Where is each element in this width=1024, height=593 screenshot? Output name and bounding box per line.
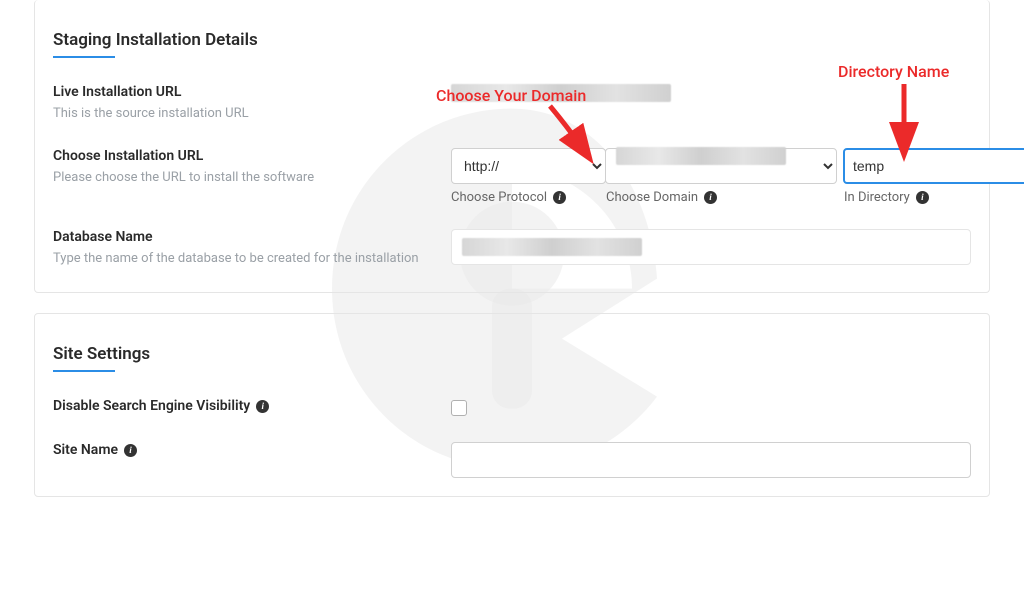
protocol-sublabel: Choose Protocol bbox=[451, 190, 547, 205]
staging-panel: Staging Installation Details Live Instal… bbox=[34, 0, 990, 293]
site-settings-title: Site Settings bbox=[53, 344, 971, 364]
live-url-label: Live Installation URL bbox=[53, 84, 439, 100]
install-url-desc: Please choose the URL to install the sof… bbox=[53, 168, 439, 188]
db-input-wrapper[interactable] bbox=[451, 229, 971, 265]
db-desc: Type the name of the database to be crea… bbox=[53, 249, 439, 269]
site-name-input[interactable] bbox=[451, 442, 971, 478]
info-icon[interactable]: i bbox=[916, 191, 929, 204]
domain-redacted bbox=[616, 147, 786, 165]
title-underline bbox=[53, 56, 115, 58]
live-url-row: Live Installation URL This is the source… bbox=[53, 84, 971, 124]
live-url-redacted bbox=[451, 84, 671, 102]
db-row: Database Name Type the name of the datab… bbox=[53, 229, 971, 269]
site-settings-panel: Site Settings Disable Search Engine Visi… bbox=[34, 313, 990, 497]
site-name-row: Site Name i bbox=[53, 442, 971, 478]
live-url-desc: This is the source installation URL bbox=[53, 104, 439, 124]
disable-sev-checkbox[interactable] bbox=[451, 400, 467, 416]
staging-title: Staging Installation Details bbox=[53, 30, 971, 50]
domain-sublabel: Choose Domain bbox=[606, 190, 698, 205]
db-label: Database Name bbox=[53, 229, 439, 245]
info-icon[interactable]: i bbox=[124, 444, 137, 457]
info-icon[interactable]: i bbox=[704, 191, 717, 204]
info-icon[interactable]: i bbox=[553, 191, 566, 204]
install-url-row: Choose Installation URL Please choose th… bbox=[53, 148, 971, 205]
directory-input[interactable] bbox=[843, 148, 1024, 184]
disable-sev-row: Disable Search Engine Visibility i bbox=[53, 398, 971, 418]
info-icon[interactable]: i bbox=[256, 400, 269, 413]
disable-sev-label: Disable Search Engine Visibility bbox=[53, 398, 250, 414]
protocol-select[interactable]: http:// bbox=[451, 148, 606, 184]
site-name-label: Site Name bbox=[53, 442, 118, 458]
db-redacted bbox=[462, 238, 642, 256]
install-url-label: Choose Installation URL bbox=[53, 148, 439, 164]
title-underline bbox=[53, 370, 115, 372]
directory-sublabel: In Directory bbox=[844, 190, 910, 205]
